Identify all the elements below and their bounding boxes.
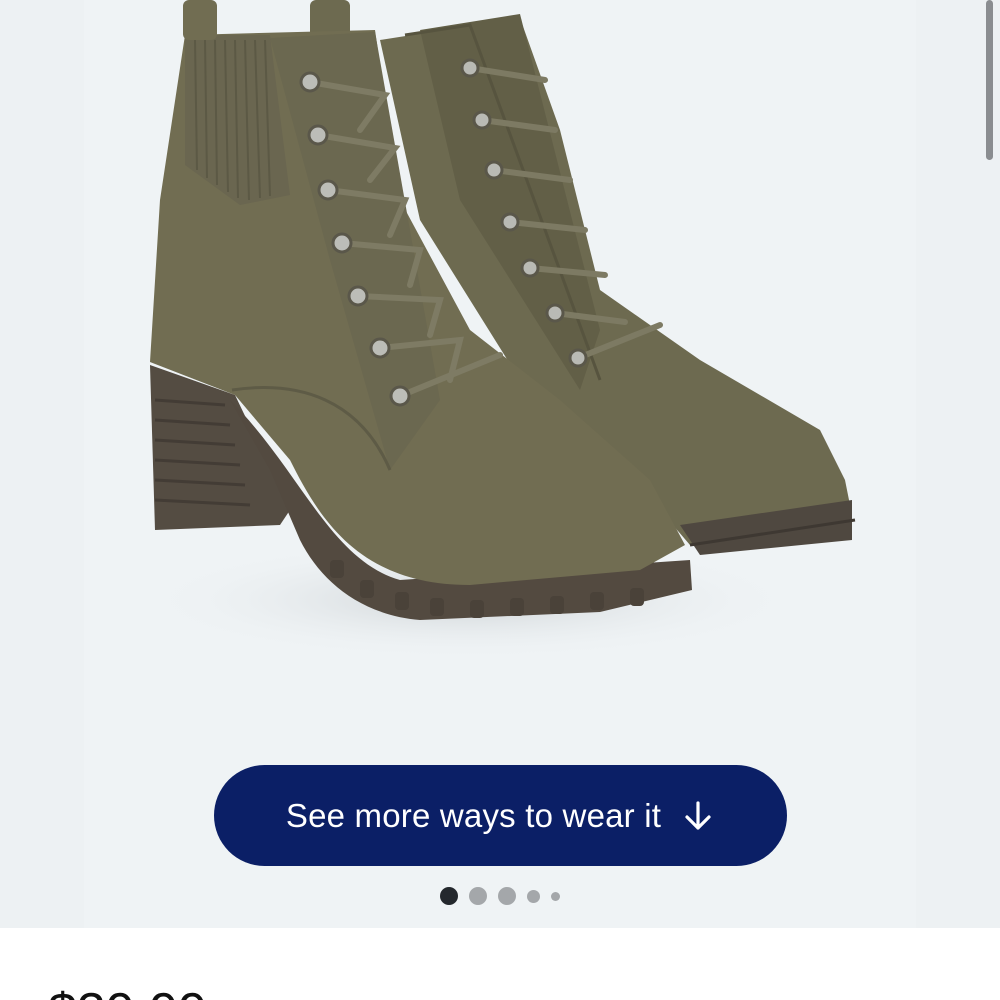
see-more-ways-button[interactable]: See more ways to wear it bbox=[214, 765, 787, 866]
arrow-down-icon bbox=[685, 800, 711, 830]
carousel-dot[interactable] bbox=[551, 891, 560, 901]
product-image-gallery[interactable]: See more ways to wear it bbox=[0, 0, 1000, 928]
price-section: $39.99 bbox=[0, 928, 1000, 1000]
carousel-dot[interactable] bbox=[469, 887, 487, 905]
carousel-dot[interactable] bbox=[527, 889, 540, 903]
scrollbar-thumb[interactable] bbox=[986, 0, 993, 160]
carousel-dot[interactable] bbox=[498, 887, 516, 905]
product-image[interactable] bbox=[0, 0, 1000, 740]
see-more-ways-label: See more ways to wear it bbox=[285, 796, 662, 834]
carousel-pagination bbox=[0, 887, 1000, 905]
carousel-dot[interactable] bbox=[440, 887, 458, 905]
product-price: $39.99 bbox=[48, 986, 207, 1000]
